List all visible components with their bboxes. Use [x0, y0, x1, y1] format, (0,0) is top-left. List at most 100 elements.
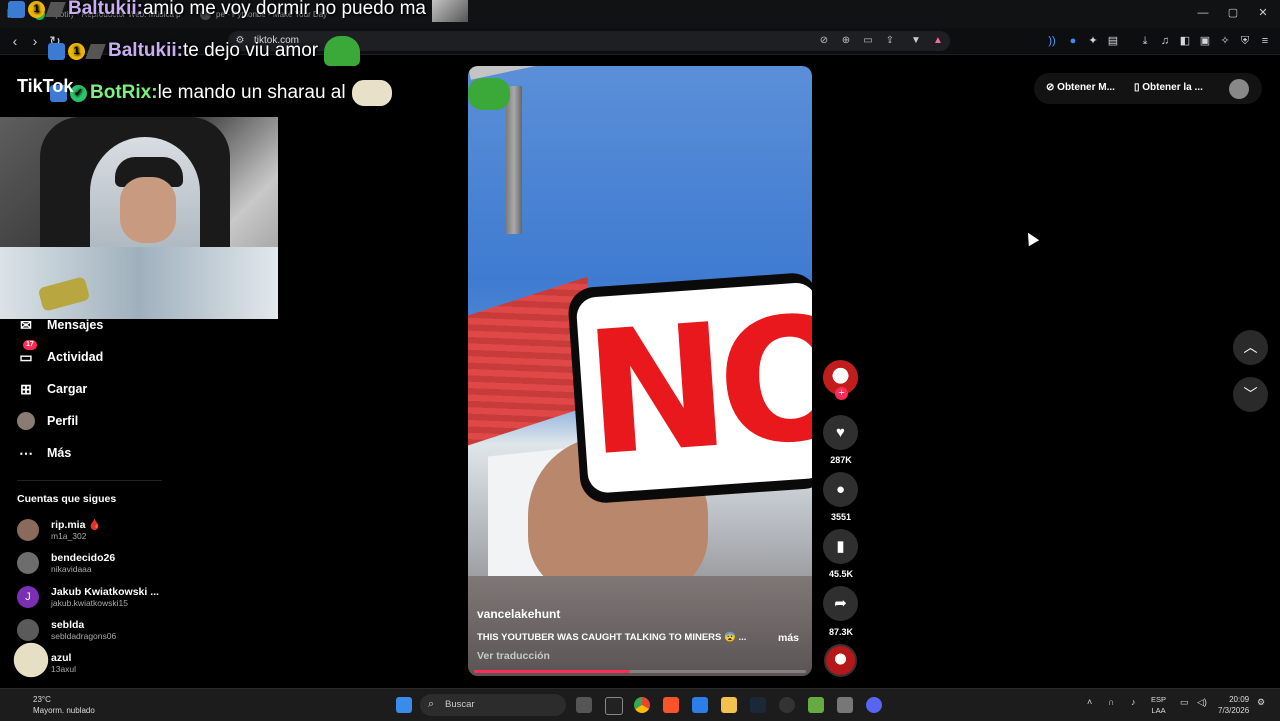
app-icon[interactable] [837, 697, 853, 713]
cast-icon[interactable]: ▭ [860, 33, 876, 49]
user-avatar[interactable] [1229, 79, 1249, 99]
nav-more[interactable]: ⋯ Más [17, 444, 71, 462]
badge-icon [8, 0, 25, 18]
account-handle: 13axul [51, 664, 77, 674]
next-video-button[interactable]: ﹀ [1233, 377, 1268, 412]
download-icon[interactable]: ⤓ [1137, 33, 1153, 49]
maximize-button[interactable]: ▢ [1218, 5, 1248, 21]
brave-icon[interactable] [663, 697, 679, 713]
music-icon[interactable]: ♫ [1157, 33, 1173, 49]
nav-label: Cargar [47, 382, 88, 396]
get-coins-button[interactable]: ⊘ Obtener M... [1046, 82, 1115, 93]
following-item[interactable]: seblda sebldadragons06 [17, 619, 116, 641]
video-overlay-text: NO [579, 278, 812, 495]
read-aloud-icon[interactable]: )) [1044, 33, 1060, 49]
activity-icon: ▭ 17 [17, 340, 37, 366]
following-item[interactable]: rip.mia 🩸 m1a_302 [17, 519, 101, 541]
shield-icon[interactable]: ▼ [908, 33, 924, 49]
epic-games-icon[interactable] [605, 697, 623, 715]
vpn-icon[interactable]: ● [1065, 33, 1081, 49]
get-app-bar: ⊘ Obtener M... ▯ Obtener la ... [1034, 73, 1262, 104]
lang-code: ESP [1151, 695, 1167, 704]
pepe-emote-icon [324, 36, 361, 66]
file-explorer-icon[interactable] [721, 697, 737, 713]
media-icon[interactable]: ▤ [1105, 33, 1121, 49]
rewards-icon[interactable]: ▲ [930, 33, 946, 49]
vpn-shield-icon[interactable]: ⛨ [1237, 33, 1253, 49]
comment-count: 3551 [830, 512, 852, 522]
video-progress-bar[interactable] [474, 670, 806, 673]
network-icon[interactable]: ▭ [1180, 697, 1189, 708]
task-view-icon[interactable] [576, 697, 592, 713]
arrow-badge-icon [85, 43, 106, 59]
following-item[interactable]: J Jakub Kwiatkowski ... jakub.kwiatkowski… [17, 586, 159, 608]
music-disc-icon[interactable] [824, 644, 857, 677]
extensions-icon[interactable]: ✦ [1085, 33, 1101, 49]
clock[interactable]: 20:09 7/3/2026 [1218, 694, 1249, 716]
nav-messages[interactable]: ✉ Mensajes [17, 316, 103, 334]
get-app-button[interactable]: ▯ Obtener la ... [1134, 82, 1203, 93]
app-icon[interactable] [808, 697, 824, 713]
app-icon[interactable] [779, 697, 795, 713]
volume-icon[interactable]: ◁) [1197, 697, 1207, 708]
get-coins-label: Obtener M... [1057, 82, 1115, 93]
like-count: 287K [830, 455, 852, 465]
messages-icon: ✉ [20, 317, 32, 333]
sidebar-icon[interactable]: ◧ [1177, 33, 1193, 49]
zoom-icon[interactable]: ⊕ [838, 33, 854, 49]
chrome-icon[interactable] [634, 697, 650, 713]
wallet-icon[interactable]: ▣ [1197, 33, 1213, 49]
chevron-up-icon[interactable]: ˄ [1087, 697, 1092, 707]
windows-start-icon[interactable] [396, 697, 412, 713]
close-window-button[interactable]: ✕ [1248, 5, 1278, 21]
account-name: rip.mia 🩸 [51, 519, 102, 531]
like-button[interactable]: ♥ [823, 415, 858, 450]
following-item[interactable]: bendecido26 nikavidaaa [17, 552, 115, 574]
taskbar-search[interactable]: ⌕ Buscar [420, 694, 566, 716]
translate-link[interactable]: Ver traducción [477, 650, 550, 662]
headset-icon[interactable]: ∩ [1108, 697, 1114, 707]
follow-plus-icon[interactable]: + [835, 387, 848, 400]
store-icon[interactable] [692, 697, 708, 713]
share-icon[interactable]: ⇪ [882, 33, 898, 49]
minimize-button[interactable]: — [1188, 5, 1218, 21]
account-name: bendecido26 [51, 552, 116, 564]
previous-video-button[interactable]: ︿ [1233, 330, 1268, 365]
back-button[interactable]: ‹ [6, 32, 24, 50]
chat-message: amio me voy dormir no puedo ma [142, 0, 426, 20]
nav-profile[interactable]: Perfil [17, 412, 78, 430]
nav-activity[interactable]: ▭ 17 Actividad [17, 340, 103, 366]
forward-button[interactable]: › [26, 32, 44, 50]
tiktok-logo[interactable]: TikTok [17, 76, 73, 97]
menu-icon[interactable]: ≡ [1257, 33, 1273, 49]
leo-icon[interactable]: ✧ [1217, 33, 1233, 49]
microphone-icon[interactable]: ♪ [1131, 697, 1136, 707]
cat-emote-icon [8, 640, 54, 690]
chat-user: BotRix: [90, 82, 158, 104]
save-button[interactable]: ▮ [823, 529, 858, 564]
chat-line-2: 1 Baltukii:te dejo viu amor [48, 36, 361, 66]
chat-user: Baltukii: [68, 0, 143, 20]
share-count: 87.3K [828, 627, 854, 637]
video-player[interactable]: NO vancelakehunt THIS YOUTUBER WAS CAUGH… [468, 66, 812, 676]
nav-upload[interactable]: ⊞ Cargar [17, 380, 87, 398]
arrow-badge-icon [45, 1, 66, 17]
no-translate-icon[interactable]: ⊘ [816, 33, 832, 49]
share-button[interactable]: ➦ [823, 586, 858, 621]
language-indicator[interactable]: ESP LAA [1151, 694, 1166, 716]
comment-icon: ● [835, 481, 846, 498]
comment-button[interactable]: ● [823, 472, 858, 507]
heart-icon: ♥ [836, 424, 845, 441]
steam-icon[interactable] [750, 697, 766, 713]
weather-widget[interactable]: 23°C Mayorm. nublado [12, 694, 95, 716]
account-name: Jakub Kwiatkowski ... [51, 586, 159, 598]
discord-icon[interactable] [866, 697, 882, 713]
chevron-down-icon: ﹀ [1243, 386, 1258, 402]
more-link[interactable]: más [778, 632, 799, 644]
share-arrow-icon: ➦ [834, 595, 847, 612]
progress-fill [474, 670, 631, 673]
video-username[interactable]: vancelakehunt [477, 607, 560, 621]
badge-icon [48, 42, 65, 60]
notifications-icon[interactable]: ⚙ [1257, 697, 1265, 708]
avatar: J [17, 586, 39, 608]
